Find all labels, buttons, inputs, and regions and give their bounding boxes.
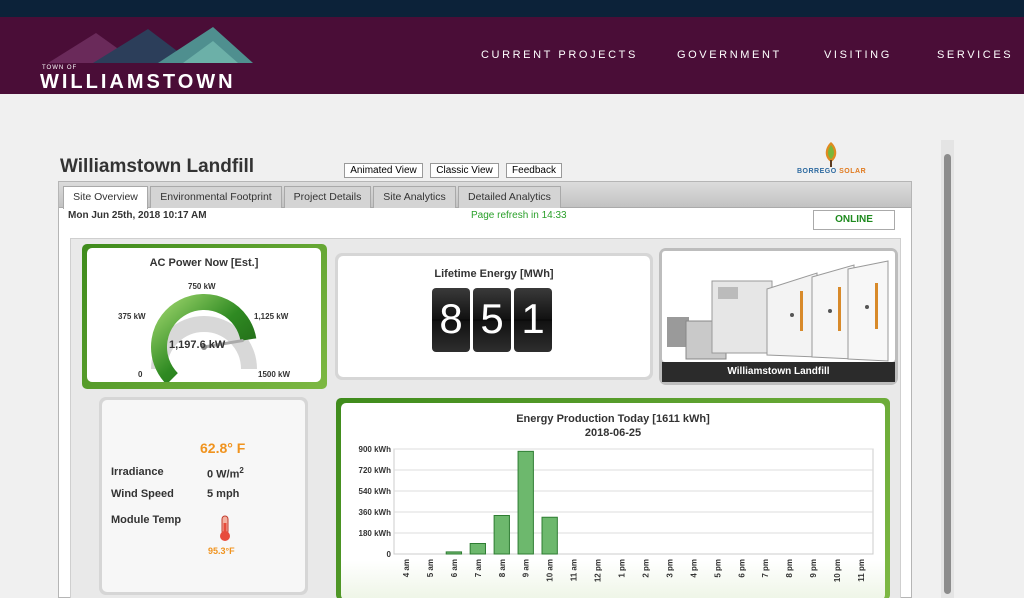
chart-x-tick-label: 8 pm xyxy=(785,559,794,578)
lifetime-digit: 5 xyxy=(473,288,511,352)
chart-x-tick-label: 9 pm xyxy=(809,559,818,578)
chart-x-tick-label: 1 pm xyxy=(618,559,627,578)
thermometer-icon xyxy=(220,515,230,541)
inverter-image xyxy=(662,251,895,362)
chart-x-tick-label: 3 pm xyxy=(665,559,674,578)
lifetime-energy-title: Lifetime Energy [MWh] xyxy=(434,268,554,280)
chart-y-tick-label: 0 xyxy=(387,550,392,559)
inverter-equipment-image xyxy=(667,260,889,362)
ambient-temperature: 62.8° F xyxy=(200,440,246,456)
borrego-solar-logo: BORREGO SOLAR xyxy=(797,168,867,175)
classic-view-button[interactable]: Classic View xyxy=(430,163,499,178)
top-strip xyxy=(0,0,1024,17)
chart-y-tick-label: 540 kWh xyxy=(359,487,392,496)
chart-bar xyxy=(493,515,510,555)
monitoring-panel: Site Overview Environmental Footprint Pr… xyxy=(58,181,912,598)
gauge-tick-1500: 1500 kW xyxy=(258,370,291,379)
tab-bar: Site Overview Environmental Footprint Pr… xyxy=(59,182,911,209)
chart-x-tick-label: 9 am xyxy=(522,559,531,577)
gauge-tick-0: 0 xyxy=(138,370,143,379)
animated-view-button[interactable]: Animated View xyxy=(344,163,423,178)
module-temp-value: 95.3°F xyxy=(208,546,235,556)
chart-x-tick-label: 10 pm xyxy=(833,559,842,582)
wind-speed-label: Wind Speed xyxy=(111,488,174,500)
dashboard-area: AC Power Now [Est.] 750 kW 375 kW 1,125 … xyxy=(70,238,901,598)
chart-x-tick-label: 12 pm xyxy=(594,559,603,582)
chart-x-tick-label: 5 am xyxy=(426,559,435,577)
chart-x-tick-label: 11 am xyxy=(570,559,579,581)
ac-power-value: 1,197.6 kW xyxy=(169,339,226,351)
nav-visiting[interactable]: VISITING xyxy=(824,49,892,61)
gauge-tick-375: 375 kW xyxy=(118,312,146,321)
tab-site-overview[interactable]: Site Overview xyxy=(63,186,148,209)
town-logo[interactable]: TOWN OF WILLIAMSTOWN xyxy=(38,23,268,93)
irradiance-value: 0 W/m2 xyxy=(207,466,244,481)
feedback-button[interactable]: Feedback xyxy=(506,163,562,178)
lifetime-digit: 8 xyxy=(432,288,470,352)
chart-x-tick-label: 6 pm xyxy=(737,559,746,578)
chart-x-tick-label: 6 am xyxy=(450,559,459,577)
online-status-badge: ONLINE xyxy=(813,210,895,230)
wind-speed-value: 5 mph xyxy=(207,488,240,500)
weather-card: 62.8° F Irradiance 0 W/m2 Wind Speed 5 m… xyxy=(99,397,308,595)
chart-bar xyxy=(469,543,486,555)
nav-government[interactable]: GOVERNMENT xyxy=(677,49,782,61)
site-image-caption: Williamstown Landfill xyxy=(662,362,895,382)
logo-name: WILLIAMSTOWN xyxy=(40,71,236,93)
ac-power-card: AC Power Now [Est.] 750 kW 375 kW 1,125 … xyxy=(82,244,327,389)
page-title: Williamstown Landfill xyxy=(60,156,255,177)
chart-x-tick-label: 4 am xyxy=(402,559,411,577)
page-refresh-countdown: Page refresh in 14:33 xyxy=(471,210,567,221)
borrego-leaf-icon xyxy=(825,142,837,167)
chart-x-tick-label: 2 pm xyxy=(641,559,650,578)
chart-x-tick-label: 7 am xyxy=(474,559,483,577)
lifetime-digit: 1 xyxy=(514,288,552,352)
chart-y-tick-label: 720 kWh xyxy=(359,466,392,475)
tab-site-analytics[interactable]: Site Analytics xyxy=(373,186,456,208)
tab-environmental-footprint[interactable]: Environmental Footprint xyxy=(150,186,282,208)
chart-x-tick-label: 5 pm xyxy=(713,559,722,578)
chart-x-tick-label: 11 pm xyxy=(857,559,866,582)
irradiance-label: Irradiance xyxy=(111,466,164,478)
chart-x-tick-label: 10 am xyxy=(546,559,555,582)
chart-x-tick-label: 8 am xyxy=(498,559,507,577)
scrollbar-thumb[interactable] xyxy=(944,154,951,594)
chart-x-tick-label: 7 pm xyxy=(761,559,770,578)
scrollbar[interactable] xyxy=(941,140,954,598)
module-temp-label: Module Temp xyxy=(111,514,182,526)
chart-x-tick-label: 4 pm xyxy=(689,559,698,578)
lifetime-energy-card: Lifetime Energy [MWh] 8 5 1 xyxy=(335,253,653,380)
site-header: TOWN OF WILLIAMSTOWN CURRENT PROJECTS GO… xyxy=(0,17,1024,94)
tab-detailed-analytics[interactable]: Detailed Analytics xyxy=(458,186,561,208)
energy-production-chart: 0 180 kWh 360 kWh 540 kWh 720 kWh 900 kWh 4 am… xyxy=(359,445,874,582)
nav-current-projects[interactable]: CURRENT PROJECTS xyxy=(481,49,638,61)
chart-bar xyxy=(541,516,558,555)
nav-services[interactable]: SERVICES xyxy=(937,49,1013,61)
energy-production-card: Energy Production Today [1611 kWh] 2018-… xyxy=(336,398,890,598)
gauge-tick-1125: 1,125 kW xyxy=(254,312,289,321)
chart-y-tick-label: 900 kWh xyxy=(359,445,392,454)
chart-y-tick-label: 180 kWh xyxy=(359,529,392,538)
chart-bar xyxy=(517,450,534,555)
chart-y-tick-label: 360 kWh xyxy=(359,508,392,517)
tab-project-details[interactable]: Project Details xyxy=(284,186,371,208)
gauge-tick-750: 750 kW xyxy=(188,282,216,291)
chart-bar xyxy=(445,551,463,555)
chart-plot-area xyxy=(393,448,874,555)
site-image-card: Williamstown Landfill xyxy=(659,248,898,385)
current-datetime: Mon Jun 25th, 2018 10:17 AM xyxy=(68,210,207,221)
